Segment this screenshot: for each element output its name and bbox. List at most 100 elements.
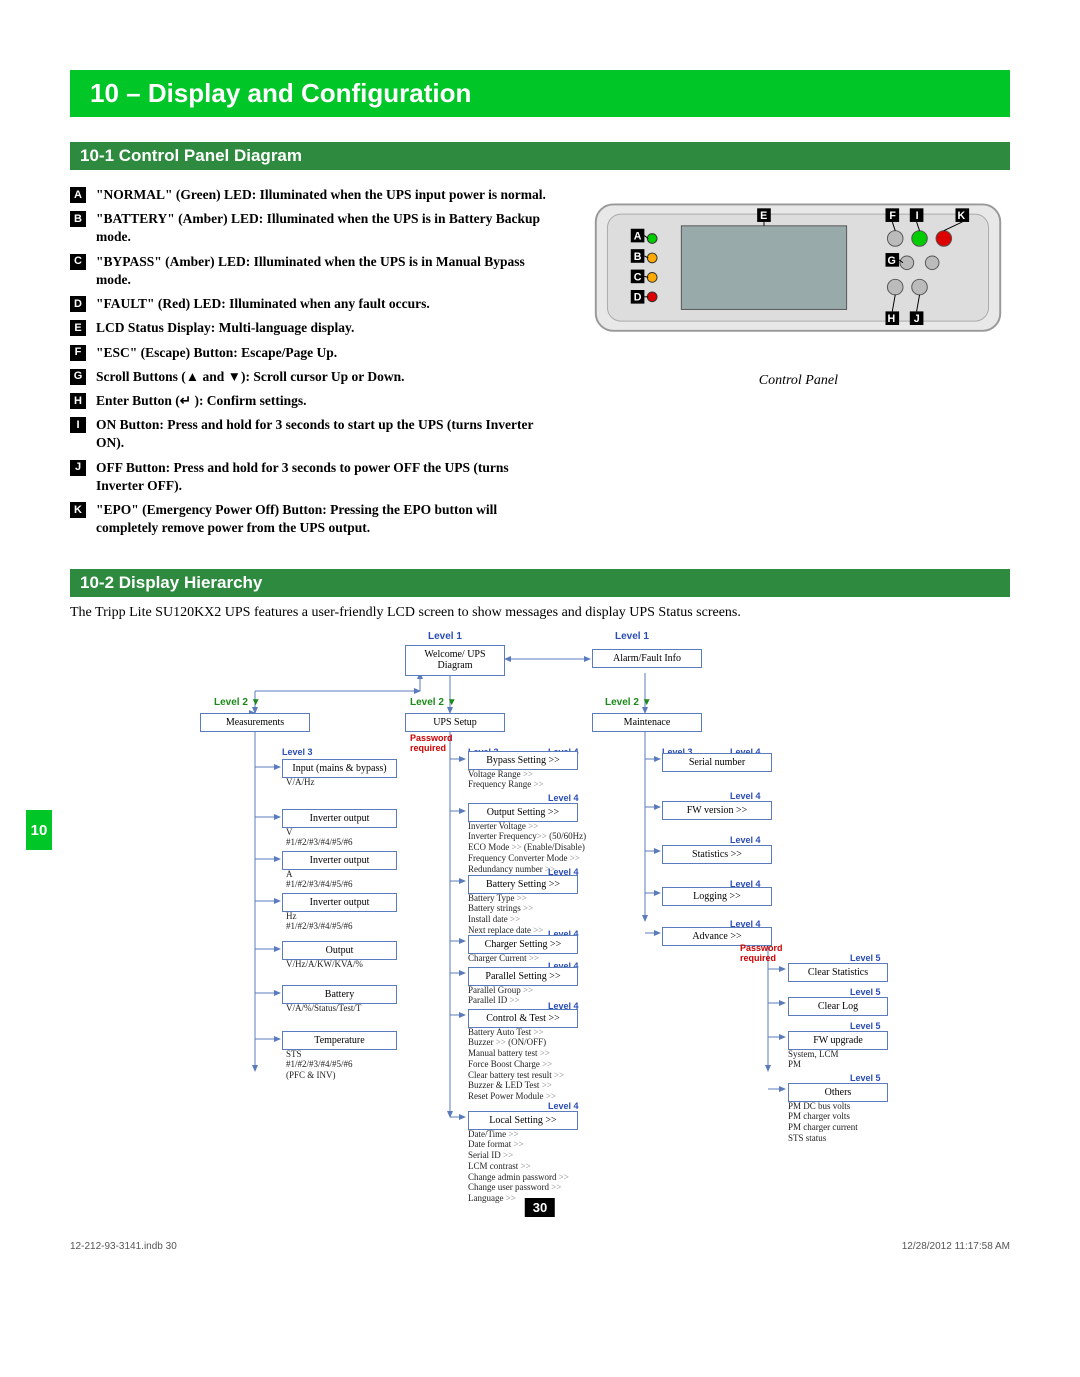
legend-item-I: I ON Button: Press and hold for 3 seconds… [70, 416, 557, 452]
legend-item-A: A "NORMAL" (Green) LED: Illuminated when … [70, 186, 557, 204]
box-logging: Logging >> [662, 887, 772, 907]
password-required-b: Passwordrequired [740, 943, 783, 963]
box-temperature: Temperature [282, 1031, 397, 1051]
key-A: A [70, 187, 86, 203]
svg-text:A: A [634, 230, 642, 242]
svg-text:J: J [914, 313, 920, 325]
key-H: H [70, 393, 86, 409]
footer-left: 12-212-93-3141.indb 30 [70, 1241, 177, 1252]
box-fw-upgrade: FW upgrade [788, 1031, 888, 1051]
box-battery: Battery [282, 985, 397, 1005]
key-B: B [70, 211, 86, 227]
svg-text:G: G [888, 255, 896, 267]
sub-others: PM DC bus volts PM charger volts PM char… [788, 1101, 858, 1144]
lvl5-label-a: Level 5 [850, 953, 881, 963]
level2-label-c: Level 2 ▼ [605, 697, 652, 708]
box-maintenance: Maintenace [592, 713, 702, 733]
panel-caption: Control Panel [759, 373, 838, 389]
intro-text: The Tripp Lite SU120KX2 UPS features a u… [70, 605, 1010, 621]
box-output-setting: Output Setting >> [468, 803, 578, 823]
key-K: K [70, 502, 86, 518]
sub-battery-setting: Battery Type >>Battery strings >>Install… [468, 893, 543, 936]
box-statistics: Statistics >> [662, 845, 772, 865]
box-output: Output [282, 941, 397, 961]
box-local-setting: Local Setting >> [468, 1111, 578, 1131]
svg-text:H: H [888, 313, 896, 325]
svg-text:D: D [634, 292, 642, 304]
legend-item-E: ELCD Status Display: Multi-language disp… [70, 319, 557, 337]
key-C: C [70, 254, 86, 270]
level1-label-b: Level 1 [615, 631, 649, 642]
sub-fw-upgrade: System, LCM PM [788, 1049, 839, 1071]
legend-item-B: B"BATTERY" (Amber) LED: Illuminated when… [70, 210, 557, 246]
chapter-header: 10 – Display and Configuration [70, 70, 1010, 117]
lvl5-label-b: Level 5 [850, 987, 881, 997]
lvl5-label-d: Level 5 [850, 1073, 881, 1083]
lvl4-label-j: Level 4 [730, 835, 761, 845]
box-upssetup: UPS Setup [405, 713, 505, 733]
legend-item-D: D "FAULT" (Red) LED: Illuminated when any… [70, 295, 557, 313]
legend-text: Scroll Buttons (▲ and ▼): Scroll cursor … [96, 368, 405, 386]
legend-item-C: C"BYPASS" (Amber) LED: Illuminated when … [70, 253, 557, 289]
level1-label: Level 1 [428, 631, 462, 642]
sub-inv-a: A #1/#2/#3/#4/#5/#6 [286, 869, 353, 891]
display-hierarchy-flowchart: Level 1 Welcome/ UPS Diagram Level 1 Ala… [160, 631, 920, 1211]
legend-text: OFF Button: Press and hold for 3 seconds… [96, 459, 557, 495]
sub-input-mains: V/A/Hz [286, 777, 315, 788]
legend-text: "NORMAL" (Green) LED: Illuminated when t… [96, 186, 546, 204]
legend-item-H: H Enter Button (↵ ): Confirm settings. [70, 392, 557, 410]
section-10-2-header: 10-2 Display Hierarchy [70, 569, 1010, 597]
legend-item-J: J OFF Button: Press and hold for 3 second… [70, 459, 557, 495]
side-tab: 10 [26, 810, 52, 850]
key-I: I [70, 417, 86, 433]
sub-bypass: Voltage Range >>Frequency Range >> [468, 769, 544, 791]
lvl5-label-c: Level 5 [850, 1021, 881, 1031]
sub-temperature: STS #1/#2/#3/#4/#5/#6 (PFC & INV) [286, 1049, 353, 1081]
footer-right: 12/28/2012 11:17:58 AM [902, 1241, 1010, 1252]
box-input-mains: Input (mains & bypass) [282, 759, 397, 779]
control-panel-diagram: A B C D E F I K G H J [588, 185, 1008, 365]
svg-text:F: F [890, 210, 897, 222]
key-J: J [70, 460, 86, 476]
legend-text: Enter Button (↵ ): Confirm settings. [96, 392, 307, 410]
box-battery-setting: Battery Setting >> [468, 875, 578, 895]
legend-text: "FAULT" (Red) LED: Illuminated when any … [96, 295, 430, 313]
box-fw-version: FW version >> [662, 801, 772, 821]
lvl3-label: Level 3 [282, 747, 313, 757]
box-charger-setting: Charger Setting >> [468, 935, 578, 955]
page-number: 30 [525, 1198, 555, 1217]
lvl4-label-i: Level 4 [730, 791, 761, 801]
legend-item-G: G Scroll Buttons (▲ and ▼): Scroll cursor… [70, 368, 557, 386]
box-alarm: Alarm/Fault Info [592, 649, 702, 669]
sub-inv-hz: Hz #1/#2/#3/#4/#5/#6 [286, 911, 353, 933]
svg-text:I: I [916, 210, 919, 222]
svg-text:B: B [634, 251, 642, 263]
sub-parallel: Parallel Group >>Parallel ID >> [468, 985, 533, 1007]
sub-battery: V/A/%/Status/Test/T [286, 1003, 361, 1014]
legend-text: "EPO" (Emergency Power Off) Button: Pres… [96, 501, 557, 537]
box-control-test: Control & Test >> [468, 1009, 578, 1029]
lvl4-label-g: Level 4 [548, 1101, 579, 1111]
box-inv-hz: Inverter output [282, 893, 397, 913]
key-F: F [70, 345, 86, 361]
sub-inv-v: V #1/#2/#3/#4/#5/#6 [286, 827, 353, 849]
section-10-1-header: 10-1 Control Panel Diagram [70, 142, 1010, 170]
legend-list: A "NORMAL" (Green) LED: Illuminated when … [70, 186, 557, 538]
level2-label-a: Level 2 ▼ [214, 697, 261, 708]
password-required-a: Passwordrequired [410, 733, 453, 753]
box-welcome: Welcome/ UPS Diagram [405, 645, 505, 676]
box-serial-number: Serial number [662, 753, 772, 773]
box-inv-a: Inverter output [282, 851, 397, 871]
box-clear-statistics: Clear Statistics [788, 963, 888, 983]
key-D: D [70, 296, 86, 312]
box-measurements: Measurements [200, 713, 310, 733]
box-inv-v: Inverter output [282, 809, 397, 829]
legend-text: ON Button: Press and hold for 3 seconds … [96, 416, 557, 452]
key-G: G [70, 369, 86, 385]
legend-text: "ESC" (Escape) Button: Escape/Page Up. [96, 344, 337, 362]
legend-item-K: K "EPO" (Emergency Power Off) Button: Pre… [70, 501, 557, 537]
sub-charger: Charger Current >> [468, 953, 539, 964]
box-parallel-setting: Parallel Setting >> [468, 967, 578, 987]
svg-text:C: C [634, 271, 642, 283]
legend-item-F: F "ESC" (Escape) Button: Escape/Page Up. [70, 344, 557, 362]
